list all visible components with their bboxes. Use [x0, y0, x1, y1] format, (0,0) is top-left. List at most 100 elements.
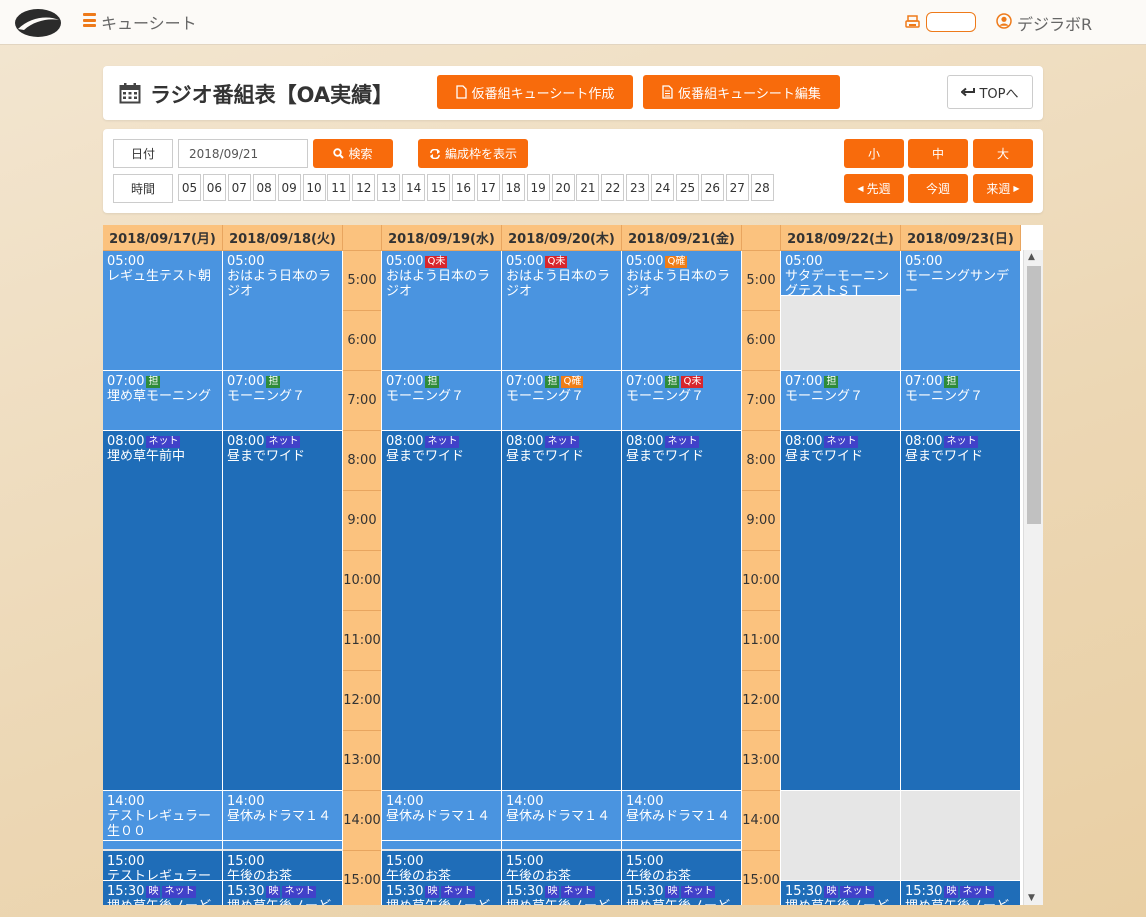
- program-block[interactable]: 14:00 昼休みドラマ１４: [223, 791, 343, 841]
- hour-button-19[interactable]: 19: [526, 174, 550, 201]
- hour-button-10[interactable]: 10: [302, 174, 326, 201]
- program-block[interactable]: 07:00 担モーニング７: [223, 371, 343, 431]
- hour-button-27[interactable]: 27: [725, 174, 749, 201]
- time-cell-1300: 13:00: [343, 731, 381, 791]
- printer-icon[interactable]: [905, 15, 920, 29]
- hour-button-22[interactable]: 22: [601, 174, 625, 201]
- scroll-down-icon[interactable]: ▼: [1028, 893, 1035, 903]
- program-title: 午後のお茶: [386, 869, 452, 881]
- date-input[interactable]: 2018/09/21: [178, 139, 308, 168]
- program-block[interactable]: 08:00 ネット 昼までワイド: [781, 431, 901, 791]
- hour-button-12[interactable]: 12: [352, 174, 376, 201]
- show-frame-button[interactable]: 編成枠を表示: [418, 139, 528, 168]
- scroll-up-icon[interactable]: ▲: [1028, 252, 1035, 262]
- program-block[interactable]: 07:00 担 Q確 モーニング７: [502, 371, 622, 431]
- hour-button-15[interactable]: 15: [427, 174, 450, 201]
- program-time: 15:30: [227, 884, 265, 899]
- program-block[interactable]: 15:30映ネット埋め草午後ノーど: [223, 881, 343, 905]
- program-block[interactable]: 07:00 担モーニング７: [901, 371, 1021, 431]
- size-small-button[interactable]: 小: [844, 139, 904, 168]
- program-badge-net: ネット: [146, 436, 181, 448]
- program-block[interactable]: 05:00 おはよう日本のラジオ: [223, 251, 343, 371]
- hour-button-08[interactable]: 08: [252, 174, 276, 201]
- program-block[interactable]: 07:00 担モーニング７: [781, 371, 901, 431]
- edit-temp-cuesheet-button[interactable]: 仮番組キューシート編集: [643, 75, 840, 109]
- program-block[interactable]: 15:00 午後のお茶: [223, 851, 343, 881]
- program-block[interactable]: 05:00 Q確 おはよう日本のラジオ: [622, 251, 742, 371]
- program-time: 15:30: [785, 884, 823, 899]
- create-temp-cuesheet-label: 仮番組キューシート作成: [471, 86, 615, 102]
- app-title[interactable]: キューシート: [101, 10, 197, 34]
- program-block[interactable]: 15:30映ネット埋め草午後ノーど: [103, 881, 223, 905]
- hour-button-23[interactable]: 23: [626, 174, 650, 201]
- top-page-button[interactable]: TOPへ: [947, 75, 1033, 109]
- prev-week-button[interactable]: ◀ 先週: [844, 174, 904, 203]
- hour-button-06[interactable]: 06: [202, 174, 226, 201]
- program-block[interactable]: 14:00 昼休みドラマ１４: [622, 791, 742, 841]
- program-block[interactable]: 07:00 担 Q未 モーニング７: [622, 371, 742, 431]
- program-block[interactable]: 14:00 昼休みドラマ１４: [382, 791, 502, 841]
- program-block[interactable]: 05:00 Q未 おはよう日本のラジオ: [382, 251, 502, 371]
- program-block[interactable]: 15:30映ネット埋め草午後ノーど: [901, 881, 1021, 905]
- user-icon[interactable]: [996, 13, 1012, 29]
- program-title: 埋め草午後ノーど: [626, 899, 741, 905]
- program-block[interactable]: 15:30映ネット埋め草午後ノーど: [502, 881, 622, 905]
- hour-button-05[interactable]: 05: [178, 174, 201, 201]
- hour-button-16[interactable]: 16: [451, 174, 475, 201]
- program-time: 15:00: [227, 854, 265, 869]
- program-block[interactable]: 08:00 ネット 昼までワイド: [382, 431, 502, 791]
- app-logo-icon[interactable]: [14, 8, 62, 38]
- program-block[interactable]: 05:00 Q未 おはよう日本のラジオ: [502, 251, 622, 371]
- program-block[interactable]: 15:30映ネット埋め草午後ノーど: [781, 881, 901, 905]
- program-block[interactable]: 05:00 モーニングサンデー: [901, 251, 1021, 371]
- search-button[interactable]: 検索: [313, 139, 393, 168]
- time-cell-700: 7:00: [742, 371, 780, 431]
- program-badge-tan: 担: [146, 376, 161, 388]
- program-block[interactable]: 14:00 テストレギュラー生００: [103, 791, 223, 841]
- program-block[interactable]: 15:00 午後のお茶: [502, 851, 622, 881]
- size-large-button[interactable]: 大: [973, 139, 1033, 168]
- program-block[interactable]: 08:00 ネット 埋め草午前中: [103, 431, 223, 791]
- program-block[interactable]: 05:00 レギュ生テスト朝: [103, 251, 223, 371]
- hour-button-20[interactable]: 20: [551, 174, 575, 201]
- hour-button-18[interactable]: 18: [501, 174, 525, 201]
- next-week-button[interactable]: 来週 ▶: [973, 174, 1033, 203]
- hour-button-09[interactable]: 09: [277, 174, 301, 201]
- hour-button-14[interactable]: 14: [402, 174, 426, 201]
- program-time: 07:00: [227, 374, 265, 389]
- hour-button-07[interactable]: 07: [227, 174, 251, 201]
- program-block[interactable]: 15:30映ネット埋め草午後ノーど: [382, 881, 502, 905]
- program-block[interactable]: 05:00 サタデーモーニングテストＳＴ: [781, 251, 901, 296]
- user-name[interactable]: デジラボR: [1017, 11, 1092, 35]
- program-block[interactable]: 15:30映ネット埋め草午後ノーど: [622, 881, 742, 905]
- hour-button-17[interactable]: 17: [476, 174, 500, 201]
- program-block[interactable]: 08:00 ネット 昼までワイド: [502, 431, 622, 791]
- create-temp-cuesheet-button[interactable]: 仮番組キューシート作成: [437, 75, 633, 109]
- program-block[interactable]: 07:00 担埋め草モーニング: [103, 371, 223, 431]
- program-block[interactable]: 08:00 ネット 昼までワイド: [223, 431, 343, 791]
- hamburger-menu-icon[interactable]: [83, 13, 96, 27]
- printer-status-pill[interactable]: [926, 12, 976, 32]
- schedule-scrollbar[interactable]: ▲ ▼: [1023, 250, 1043, 905]
- program-block[interactable]: 08:00 ネット 昼までワイド: [622, 431, 742, 791]
- hour-button-28[interactable]: 28: [750, 174, 774, 201]
- size-medium-button[interactable]: 中: [908, 139, 968, 168]
- hour-button-11[interactable]: 11: [327, 174, 351, 201]
- hour-button-26[interactable]: 26: [700, 174, 724, 201]
- hour-button-21[interactable]: 21: [576, 174, 600, 201]
- program-block[interactable]: 15:00テストレギュラー収: [103, 851, 223, 881]
- program-block[interactable]: 15:00 午後のお茶: [382, 851, 502, 881]
- program-block[interactable]: 07:00 担モーニング７: [382, 371, 502, 431]
- this-week-button[interactable]: 今週: [908, 174, 968, 203]
- time-cell-1300: 13:00: [742, 731, 780, 791]
- hour-button-25[interactable]: 25: [676, 174, 699, 201]
- program-badge-tan: 担: [824, 376, 839, 388]
- program-block[interactable]: 15:00 午後のお茶: [622, 851, 742, 881]
- hour-button-24[interactable]: 24: [651, 174, 675, 201]
- top-bar: キューシート デジラボR: [0, 0, 1146, 45]
- program-block[interactable]: 08:00 ネット 昼までワイド: [901, 431, 1021, 791]
- program-badge-ei: 映: [824, 886, 839, 898]
- program-block[interactable]: 14:00 昼休みドラマ１４: [502, 791, 622, 841]
- scrollbar-thumb[interactable]: [1027, 266, 1041, 524]
- hour-button-13[interactable]: 13: [377, 174, 401, 201]
